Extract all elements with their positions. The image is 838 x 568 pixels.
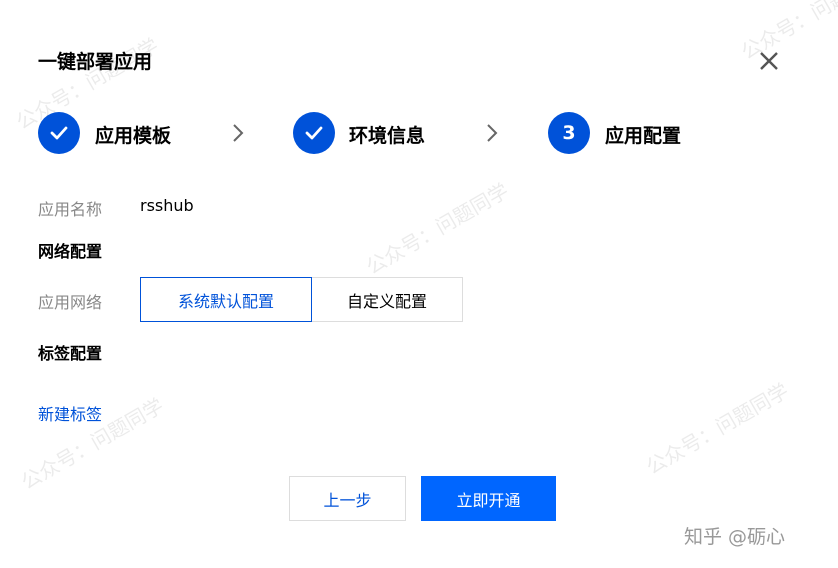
step-2-label: 环境信息 bbox=[349, 125, 426, 147]
dialog-title: 一键部署应用 bbox=[38, 51, 153, 73]
new-tag-link[interactable]: 新建标签 bbox=[38, 401, 102, 425]
close-icon[interactable] bbox=[758, 50, 780, 72]
step-1-check-icon bbox=[38, 112, 80, 154]
attribution-watermark: 知乎 @砺心 bbox=[684, 526, 786, 548]
stepper: 应用模板 环境信息 3 应用配置 bbox=[38, 112, 738, 154]
network-selector: 系统默认配置 自定义配置 bbox=[140, 277, 463, 322]
network-option-default[interactable]: 系统默认配置 bbox=[140, 277, 312, 322]
deploy-dialog: 一键部署应用 应用模板 环境信息 3 应用配置 应用名称 rsshub 网络配置… bbox=[0, 0, 838, 568]
step-1-label: 应用模板 bbox=[95, 125, 172, 147]
prev-button[interactable]: 上一步 bbox=[289, 476, 406, 521]
chevron-right-icon bbox=[228, 123, 248, 143]
watermark: 公众号：问题同学 bbox=[362, 178, 513, 280]
tag-section-title: 标签配置 bbox=[38, 344, 103, 363]
step-3-number: 3 bbox=[548, 112, 590, 154]
network-option-custom[interactable]: 自定义配置 bbox=[312, 277, 463, 322]
submit-button[interactable]: 立即开通 bbox=[421, 476, 556, 521]
app-name-label: 应用名称 bbox=[38, 200, 103, 219]
network-label: 应用网络 bbox=[38, 293, 103, 312]
step-2-check-icon bbox=[293, 112, 335, 154]
step-3-label: 应用配置 bbox=[605, 125, 682, 147]
watermark: 公众号：问题同学 bbox=[642, 378, 793, 480]
network-section-title: 网络配置 bbox=[38, 242, 103, 261]
app-name-value: rsshub bbox=[140, 196, 194, 215]
watermark: 公众号：问题同学 bbox=[737, 0, 838, 65]
chevron-right-icon bbox=[482, 123, 502, 143]
